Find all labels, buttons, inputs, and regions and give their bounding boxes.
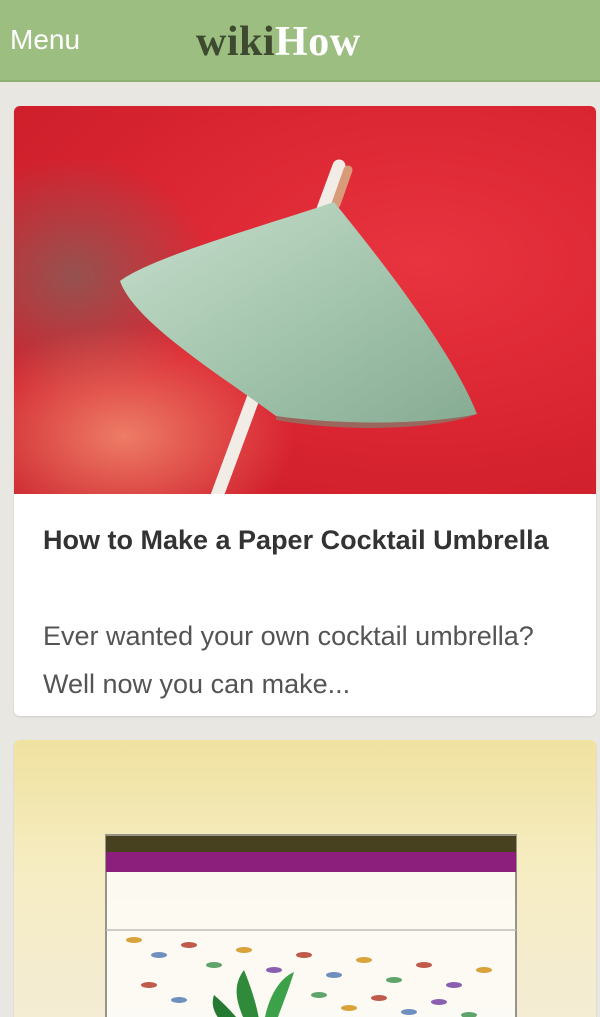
- fish-tank-image: [105, 834, 517, 1017]
- article-thumbnail[interactable]: [14, 740, 596, 1017]
- article-thumbnail[interactable]: [14, 106, 596, 494]
- article-card[interactable]: How to Make a Paper Cocktail Umbrella Ev…: [14, 106, 596, 716]
- wikihow-logo[interactable]: wikiHow: [196, 18, 361, 66]
- menu-button[interactable]: Menu: [10, 22, 80, 58]
- logo-how-text: How: [275, 19, 361, 65]
- article-title[interactable]: How to Make a Paper Cocktail Umbrella: [43, 516, 573, 564]
- logo-wiki-text: wiki: [196, 19, 276, 65]
- article-card[interactable]: [14, 740, 596, 1017]
- top-header: Menu wikiHow: [0, 0, 600, 82]
- paper-umbrella-image: [14, 156, 477, 494]
- article-description: Ever wanted your own cocktail umbrella? …: [43, 621, 534, 699]
